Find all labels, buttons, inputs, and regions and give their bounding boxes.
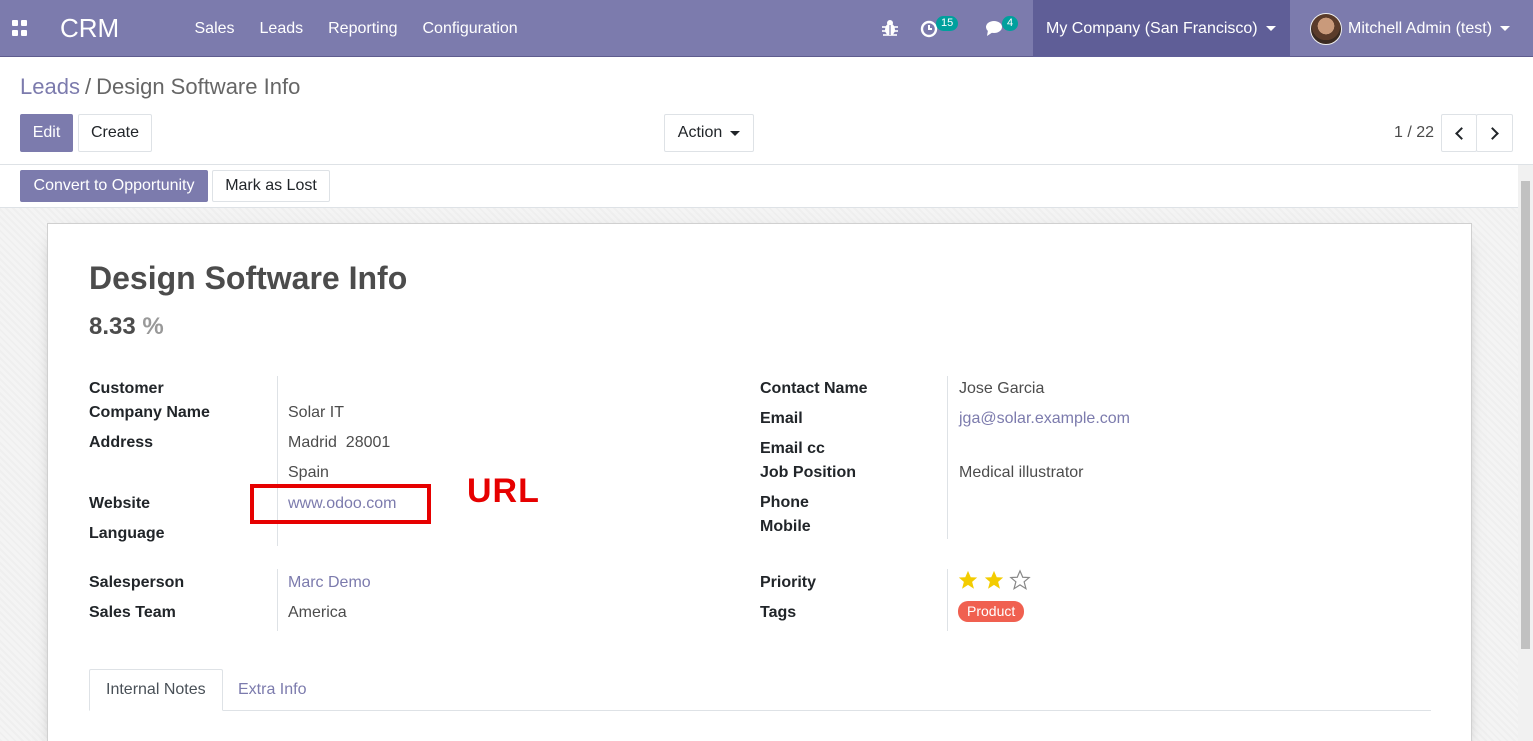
apps-menu-icon[interactable] bbox=[12, 20, 28, 36]
address-label: Address bbox=[89, 434, 154, 451]
email-link[interactable]: jga@solar.example.com bbox=[959, 410, 1130, 428]
field-divider bbox=[947, 376, 948, 539]
tag-badge[interactable]: Product bbox=[958, 601, 1025, 622]
tab-internal-notes[interactable]: Internal Notes bbox=[89, 669, 223, 711]
mark-as-lost-button[interactable]: Mark as Lost bbox=[212, 170, 330, 202]
breadcrumb: Leads / Design Software Info bbox=[20, 74, 300, 100]
job-position-label: Job Position bbox=[760, 464, 856, 481]
chevron-down-icon bbox=[1500, 26, 1511, 31]
address-line-2: Spain bbox=[288, 464, 329, 481]
probability-unit: % bbox=[142, 313, 164, 340]
language-label: Language bbox=[89, 525, 165, 542]
scrollbar-thumb[interactable] bbox=[1521, 181, 1530, 649]
company-name: My Company (San Francisco) bbox=[1046, 19, 1258, 37]
customer-label: Customer bbox=[89, 380, 164, 397]
contact-name-value: Jose Garcia bbox=[959, 380, 1045, 397]
phone-label: Phone bbox=[760, 494, 809, 511]
convert-to-opportunity-button[interactable]: Convert to Opportunity bbox=[20, 170, 208, 202]
main-menu: Sales Leads Reporting Configuration bbox=[182, 0, 530, 57]
lead-title: Design Software Info bbox=[89, 260, 408, 296]
chevron-right-icon bbox=[1486, 126, 1499, 140]
company-name-label: Company Name bbox=[89, 404, 210, 421]
url-highlight-box bbox=[250, 484, 431, 524]
job-position-value: Medical illustrator bbox=[959, 464, 1084, 481]
chevron-down-icon bbox=[1265, 26, 1276, 31]
address-line-1: Madrid 28001 bbox=[288, 434, 391, 451]
action-dropdown[interactable]: Action bbox=[664, 114, 754, 152]
company-switcher[interactable]: My Company (San Francisco) bbox=[1033, 0, 1290, 57]
company-name-value: Solar IT bbox=[288, 404, 345, 421]
menu-item-configuration[interactable]: Configuration bbox=[410, 20, 530, 38]
url-annotation: URL bbox=[467, 472, 540, 510]
salesperson-label: Salesperson bbox=[89, 574, 185, 591]
app-brand[interactable]: CRM bbox=[60, 13, 119, 44]
breadcrumb-leads-link[interactable]: Leads bbox=[20, 74, 80, 99]
scrollbar[interactable] bbox=[1518, 165, 1533, 741]
create-button[interactable]: Create bbox=[78, 114, 152, 152]
breadcrumb-separator: / bbox=[84, 74, 92, 99]
priority-label: Priority bbox=[760, 574, 817, 591]
website-label: Website bbox=[89, 495, 151, 512]
salesperson-link[interactable]: Marc Demo bbox=[288, 574, 371, 592]
chevron-down-icon bbox=[730, 130, 741, 136]
mobile-label: Mobile bbox=[760, 518, 811, 535]
menu-item-sales[interactable]: Sales bbox=[182, 20, 247, 38]
edit-button[interactable]: Edit bbox=[20, 114, 73, 152]
breadcrumb-current: Design Software Info bbox=[96, 74, 301, 99]
contact-name-label: Contact Name bbox=[760, 380, 868, 397]
star-filled-icon[interactable] bbox=[957, 569, 979, 591]
notebook-tabs: Internal Notes Extra Info bbox=[89, 669, 1431, 711]
email-cc-label: Email cc bbox=[760, 440, 825, 457]
pager-next-button[interactable] bbox=[1476, 114, 1513, 152]
sales-team-value: America bbox=[288, 604, 347, 621]
chevron-left-icon bbox=[1454, 126, 1468, 140]
star-empty-icon[interactable] bbox=[1009, 569, 1031, 591]
avatar bbox=[1310, 12, 1342, 45]
form-sheet: Design Software Info 8.33 % Customer Com… bbox=[47, 223, 1472, 741]
star-filled-icon[interactable] bbox=[983, 569, 1005, 591]
top-navbar: CRM Sales Leads Reporting Configuration … bbox=[0, 0, 1533, 57]
sales-team-label: Sales Team bbox=[89, 604, 176, 621]
probability-value: 8.33 bbox=[89, 313, 136, 340]
debug-bug-icon[interactable] bbox=[881, 19, 899, 37]
activity-count-badge: 15 bbox=[936, 16, 959, 31]
field-divider bbox=[947, 569, 948, 631]
pager-value[interactable]: 1 / 22 bbox=[1394, 124, 1434, 142]
probability: 8.33 % bbox=[89, 313, 164, 341]
user-menu[interactable]: Mitchell Admin (test) bbox=[1310, 0, 1511, 57]
messages-count-badge: 4 bbox=[1002, 16, 1019, 31]
pager-previous-button[interactable] bbox=[1441, 114, 1477, 152]
tab-extra-info[interactable]: Extra Info bbox=[222, 669, 322, 711]
tags-label: Tags bbox=[760, 604, 797, 621]
menu-item-leads[interactable]: Leads bbox=[247, 20, 316, 38]
email-label: Email bbox=[760, 410, 803, 427]
user-name: Mitchell Admin (test) bbox=[1348, 19, 1493, 37]
action-label: Action bbox=[677, 124, 723, 141]
menu-item-reporting[interactable]: Reporting bbox=[316, 20, 410, 38]
field-divider bbox=[277, 569, 278, 631]
